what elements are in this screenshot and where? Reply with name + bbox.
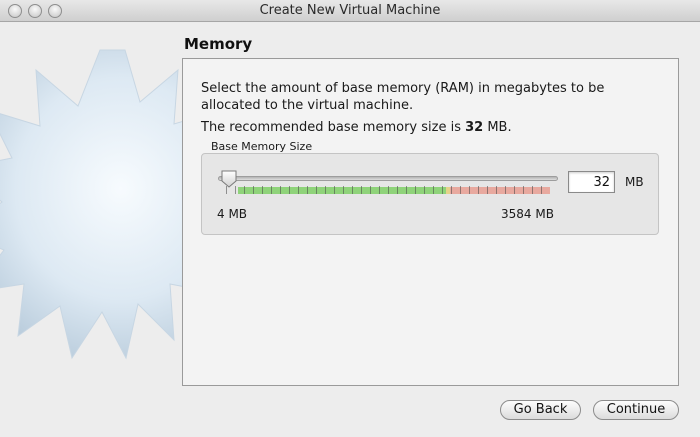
memory-max-label: 3584 MB [501, 207, 554, 221]
memory-group-label: Base Memory Size [211, 140, 313, 153]
memory-unit-label: MB [625, 175, 644, 189]
window: Create New Virtual Machine Memory Select… [0, 0, 700, 437]
recommended-prefix: The recommended base memory size is [201, 120, 466, 135]
memory-groupbox [201, 153, 659, 235]
memory-size-input[interactable] [568, 171, 615, 193]
continue-button[interactable]: Continue [593, 400, 679, 420]
slider-thumb-icon[interactable] [220, 170, 238, 188]
go-back-button[interactable]: Go Back [500, 400, 581, 420]
slider-ticks [226, 186, 550, 194]
recommended-suffix: MB. [483, 120, 512, 135]
memory-slider-track[interactable] [218, 176, 558, 181]
title-bar: Create New Virtual Machine [0, 0, 700, 22]
recommended-value: 32 [465, 120, 484, 135]
recommended-text: The recommended base memory size is 32 M… [201, 120, 512, 135]
window-title: Create New Virtual Machine [259, 3, 441, 18]
memory-min-label: 4 MB [217, 207, 248, 221]
description-text: Select the amount of base memory (RAM) i… [201, 81, 605, 113]
page-title: Memory [184, 35, 253, 53]
